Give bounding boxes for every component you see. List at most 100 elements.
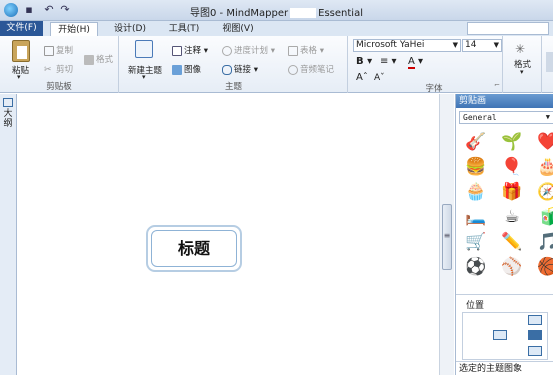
- clipart-item[interactable]: ✏️: [500, 231, 524, 253]
- note-icon: [172, 45, 182, 56]
- clipart-item[interactable]: 🧃: [536, 206, 553, 228]
- clipart-item[interactable]: 🎵: [536, 231, 553, 253]
- link-button[interactable]: 链接 ▾: [222, 63, 258, 75]
- format-label: 格式: [96, 55, 114, 65]
- mindmap-canvas[interactable]: 标题: [18, 94, 439, 375]
- brush-icon: [84, 54, 94, 65]
- ribbon-tabs: 文件(F) 开始(H) 设计(D) 工具(T) 视图(V): [0, 21, 553, 37]
- central-topic-text[interactable]: 标题: [151, 230, 237, 267]
- position-center-icon[interactable]: [528, 330, 542, 340]
- copy-icon: [44, 45, 54, 56]
- style-dropdown-icon[interactable]: ▾: [520, 68, 524, 76]
- search-input[interactable]: [467, 22, 549, 35]
- chevron-down-icon: ▼: [545, 113, 550, 121]
- font-family-select[interactable]: Microsoft YaHei ▼: [353, 39, 461, 52]
- outline-icon: [3, 98, 13, 107]
- font-dialog-launcher-icon[interactable]: ⌐: [494, 81, 500, 89]
- style-group: ✳ 格式 ▾: [504, 36, 542, 93]
- position-label: 位置: [466, 301, 485, 311]
- clipart-panel: 剪贴画 General ▼ 🎸 🌱 ❤️ 🍔 🎈 🎂 🧁 🎁 🧭 🛏️ ☕ 🧃 🛒 ✏️ 🎵 ⚽ ⚾ 🏀 位置 选…: [455, 94, 553, 375]
- clipart-item[interactable]: 🎈: [500, 156, 524, 178]
- audio-icon: [288, 64, 298, 75]
- left-side-tabs: 大纲: [0, 94, 17, 375]
- font-color-icon: A: [408, 56, 415, 69]
- selected-topic-image-label: 选定的主题图象: [456, 361, 553, 375]
- outline-label: 大纲: [3, 109, 13, 129]
- tab-design[interactable]: 设计(D): [106, 22, 154, 36]
- grow-font-button[interactable]: Aˆ: [356, 72, 368, 83]
- clipart-category-select[interactable]: General ▼: [459, 111, 553, 124]
- shrink-font-button[interactable]: Aˇ: [374, 73, 385, 83]
- copy-button[interactable]: 复制: [44, 44, 73, 56]
- clipart-item[interactable]: 🎸: [464, 131, 488, 153]
- cut-label: 剪切: [56, 65, 74, 75]
- voice-note-label: 音频笔记: [300, 65, 335, 75]
- voice-note-button[interactable]: 音频笔记: [288, 63, 334, 75]
- topic-group: 新建主题 ▾ 注释 ▾ 图像 进度计划 ▾ 链接 ▾ 表格 ▾ 音频笔记 主题: [120, 36, 348, 93]
- position-section: 位置 选定的主题图象: [456, 294, 553, 375]
- clipart-item[interactable]: 🏀: [536, 256, 553, 278]
- bold-button[interactable]: B ▾: [356, 56, 372, 67]
- clipart-item[interactable]: ☕: [500, 206, 524, 228]
- more-ribbon-icon[interactable]: [546, 52, 553, 72]
- note-button[interactable]: 注释 ▾: [172, 44, 208, 56]
- clipart-item[interactable]: 🧭: [536, 181, 553, 203]
- clipart-item[interactable]: 🎁: [500, 181, 524, 203]
- tab-home[interactable]: 开始(H): [50, 22, 98, 37]
- style-icon[interactable]: ✳: [515, 42, 525, 56]
- clipart-item[interactable]: 🛏️: [464, 206, 488, 228]
- window-title-suffix: Essential: [318, 8, 363, 19]
- clipboard-group-label: 剪贴板: [46, 82, 72, 92]
- clock-icon: [222, 45, 232, 56]
- table-icon: [288, 45, 298, 56]
- font-family-value: Microsoft YaHei: [356, 40, 425, 50]
- clipboard-group: 粘贴 ▾ 复制 格式 ✂ 剪切 剪贴板: [0, 36, 119, 93]
- tab-view[interactable]: 视图(V): [214, 22, 262, 36]
- font-group-label: 字体: [425, 84, 443, 94]
- note-label: 注释: [184, 46, 202, 56]
- progress-button[interactable]: 进度计划 ▾: [222, 44, 275, 56]
- position-selector: [462, 312, 548, 360]
- table-button[interactable]: 表格 ▾: [288, 44, 324, 56]
- position-left-icon[interactable]: [493, 330, 507, 340]
- cut-button[interactable]: ✂ 剪切: [44, 63, 74, 76]
- scrollbar-thumb[interactable]: [442, 204, 452, 270]
- clipart-panel-title: 剪贴画: [456, 94, 553, 108]
- format-painter-button[interactable]: 格式: [84, 53, 113, 65]
- scissors-icon: ✂: [44, 64, 52, 75]
- clipart-item[interactable]: 🛒: [464, 231, 488, 253]
- ribbon: 粘贴 ▾ 复制 格式 ✂ 剪切 剪贴板 新建主题 ▾ 注释 ▾ 图像 进度计划 ▾…: [0, 36, 553, 94]
- clipart-item[interactable]: ⚾: [500, 256, 524, 278]
- outline-tab[interactable]: 大纲: [2, 98, 14, 129]
- window-title-prefix: 导图0 - MindMapper: [190, 8, 289, 19]
- copy-label: 复制: [56, 46, 74, 56]
- font-color-button[interactable]: A ▾: [408, 56, 423, 69]
- clipart-item[interactable]: ❤️: [536, 131, 553, 153]
- central-topic[interactable]: 标题: [146, 225, 242, 272]
- image-button[interactable]: 图像: [172, 63, 201, 75]
- image-icon: [172, 64, 182, 75]
- align-button[interactable]: ≡ ▾: [380, 56, 397, 67]
- tab-file[interactable]: 文件(F): [0, 21, 43, 36]
- clipart-item[interactable]: 🌱: [500, 131, 524, 153]
- clipart-item[interactable]: ⚽: [464, 256, 488, 278]
- topic-group-label: 主题: [224, 82, 242, 92]
- tab-tools[interactable]: 工具(T): [160, 22, 208, 36]
- font-size-value: 14: [465, 40, 477, 50]
- chevron-down-icon: ▼: [493, 41, 499, 49]
- position-top-icon[interactable]: [528, 315, 542, 325]
- paste-icon[interactable]: [12, 40, 30, 62]
- font-size-select[interactable]: 14 ▼: [462, 39, 502, 52]
- clipart-item[interactable]: 🧁: [464, 181, 488, 203]
- clipart-grid: 🎸 🌱 ❤️ 🍔 🎈 🎂 🧁 🎁 🧭 🛏️ ☕ 🧃 🛒 ✏️ 🎵 ⚽ ⚾ 🏀: [458, 131, 553, 289]
- clipart-item[interactable]: 🍔: [464, 156, 488, 178]
- window-title: 导图0 - MindMapper Essential: [0, 4, 553, 19]
- clipart-category-value: General: [463, 113, 497, 122]
- image-label: 图像: [184, 65, 202, 75]
- clipart-item[interactable]: 🎂: [536, 156, 553, 178]
- link-icon: [222, 64, 232, 75]
- new-topic-icon[interactable]: [135, 40, 153, 58]
- redacted-block: [290, 8, 317, 18]
- position-bottom-icon[interactable]: [528, 346, 542, 356]
- vertical-scrollbar[interactable]: [439, 94, 454, 375]
